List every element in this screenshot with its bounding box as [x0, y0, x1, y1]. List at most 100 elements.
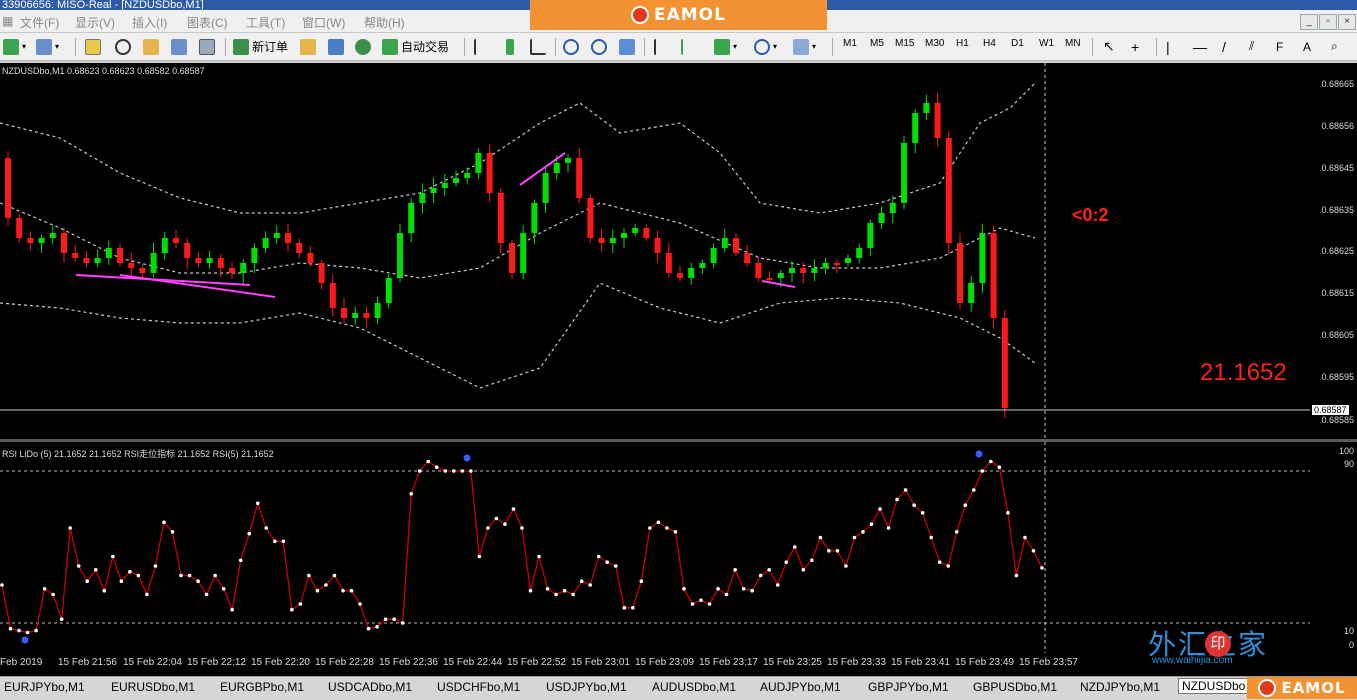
- market-icon[interactable]: [355, 38, 371, 55]
- zoom-in-icon[interactable]: [563, 38, 579, 55]
- timeframe-mn[interactable]: MN: [1065, 38, 1081, 49]
- rsi-point: [673, 530, 678, 534]
- gold-icon[interactable]: [300, 38, 316, 55]
- rsi-point: [699, 598, 703, 602]
- candle-body: [867, 223, 874, 248]
- tab-nzdusdbo[interactable]: NZDUSDbo: [1178, 678, 1250, 694]
- indicators-icon[interactable]: [714, 38, 730, 55]
- tab-nzdjpybo[interactable]: NZDJPYbo,M1: [1080, 680, 1160, 694]
- minimize-button[interactable]: _: [1300, 14, 1318, 30]
- candle-body: [341, 308, 347, 318]
- tab-audusdbo[interactable]: AUDUSDbo,M1: [652, 680, 736, 694]
- timeframe-m15[interactable]: M15: [895, 38, 914, 49]
- menu-file[interactable]: 文件(F): [20, 14, 59, 31]
- rsi-point: [0, 583, 4, 587]
- menu-help[interactable]: 帮助(H): [364, 14, 405, 31]
- rsi-point: [801, 568, 806, 572]
- rsi-point: [341, 588, 345, 593]
- new-chart-icon[interactable]: [3, 38, 19, 55]
- rsi-plot: [0, 442, 1310, 653]
- menu-tools[interactable]: 工具(T): [246, 14, 285, 31]
- terminal-icon[interactable]: [171, 38, 187, 55]
- rsi-point: [937, 560, 942, 564]
- line-chart-icon[interactable]: [530, 38, 546, 55]
- new-order-button[interactable]: 新订单: [233, 37, 288, 56]
- crosshair-tool-icon[interactable]: +: [1131, 39, 1139, 55]
- new-order-label: 新订单: [252, 40, 289, 54]
- channel-icon[interactable]: ⫽: [1249, 39, 1254, 54]
- bar-chart-icon[interactable]: [474, 38, 490, 55]
- close-button[interactable]: ×: [1338, 14, 1356, 30]
- rsi-point: [434, 465, 439, 469]
- market-watch-icon[interactable]: [85, 38, 101, 55]
- rsi-point: [486, 526, 490, 530]
- rsi-point: [76, 564, 81, 568]
- timeframe-d1[interactable]: D1: [1011, 38, 1024, 49]
- tile-windows-icon[interactable]: [619, 38, 635, 55]
- templates-icon[interactable]: [793, 38, 809, 55]
- rsi-point: [136, 573, 141, 578]
- tab-gbpjpybo[interactable]: GBPJPYbo,M1: [868, 680, 949, 694]
- rsi-point: [179, 573, 183, 578]
- candle-body: [318, 263, 325, 283]
- tab-usdcadbo[interactable]: USDCADbo,M1: [328, 680, 412, 694]
- timeframe-m1[interactable]: M1: [843, 38, 857, 49]
- tester-icon[interactable]: [199, 38, 215, 55]
- menu-view[interactable]: 显示(V): [75, 14, 115, 31]
- rsi-indicator-pane[interactable]: RSI LiDo (5) 21.1652 21.1652 RSI走位指标 21.…: [0, 442, 1310, 653]
- timeframe-h4[interactable]: H4: [983, 38, 996, 49]
- timeframe-w1[interactable]: W1: [1039, 38, 1054, 49]
- candle-body: [553, 163, 560, 173]
- timeframe-h1[interactable]: H1: [956, 38, 969, 49]
- timeframe-m5[interactable]: M5: [870, 38, 884, 49]
- text-tool-icon[interactable]: A: [1303, 40, 1311, 54]
- auto-scroll-icon[interactable]: [654, 38, 670, 55]
- timeframe-m30[interactable]: M30: [925, 38, 944, 49]
- cursor-icon[interactable]: ↖: [1103, 38, 1115, 55]
- menu-icon[interactable]: ▦: [2, 14, 13, 28]
- price-chart[interactable]: NZDUSDbo,M1 0.68623 0.68623 0.68582 0.68…: [0, 63, 1310, 439]
- rsi-point: [307, 573, 311, 578]
- rsi-point: [511, 507, 516, 511]
- menu-window[interactable]: 窗口(W): [302, 14, 345, 31]
- candle-body: [16, 218, 23, 238]
- rsi-point: [682, 587, 686, 591]
- tab-audjpybo[interactable]: AUDJPYbo,M1: [760, 680, 841, 694]
- auto-trading-button[interactable]: 自动交易: [382, 37, 449, 56]
- horizontal-line-icon[interactable]: —: [1193, 39, 1207, 55]
- navigator-icon[interactable]: [143, 38, 159, 55]
- tab-eurusdbo[interactable]: EURUSDbo,M1: [111, 680, 195, 694]
- vertical-line-icon[interactable]: |: [1166, 39, 1170, 55]
- crosshair-icon[interactable]: [115, 38, 131, 55]
- search-icon[interactable]: ⌕: [1331, 39, 1338, 54]
- menu-insert[interactable]: 插入(I): [132, 14, 167, 31]
- candle-body: [688, 268, 695, 278]
- profiles-icon[interactable]: [36, 38, 52, 55]
- trendline-icon[interactable]: /: [1222, 39, 1226, 55]
- candle-body: [632, 228, 639, 233]
- candle-body: [856, 248, 863, 258]
- menu-chart[interactable]: 图表(C): [187, 14, 228, 31]
- restore-button[interactable]: ▫: [1319, 14, 1337, 30]
- bollinger-band-line: [0, 282, 1036, 389]
- time-label: 15 Feb 23:01: [571, 657, 630, 668]
- candlestick-icon[interactable]: [506, 38, 514, 55]
- candle-body: [520, 233, 527, 273]
- candle-body: [184, 243, 191, 258]
- candle-body: [509, 243, 515, 273]
- rsi-point: [25, 630, 30, 635]
- tab-usdchfbo[interactable]: USDCHFbo,M1: [437, 680, 520, 694]
- chart-shift-icon[interactable]: [681, 38, 697, 55]
- tab-eurjpybo[interactable]: EURJPYbo,M1: [4, 680, 85, 694]
- rsi-point: [281, 539, 286, 544]
- candle-body: [677, 273, 683, 278]
- tab-eurgbpbo[interactable]: EURGBPbo,M1: [220, 680, 304, 694]
- signals-icon[interactable]: [328, 38, 344, 55]
- tab-usdjpybo[interactable]: USDJPYbo,M1: [546, 680, 627, 694]
- fibonacci-icon[interactable]: F: [1276, 40, 1283, 54]
- rsi-point: [452, 469, 456, 473]
- rsi-axis-label: 100: [1338, 446, 1354, 456]
- tab-gbpusdbo[interactable]: GBPUSDbo,M1: [973, 680, 1057, 694]
- periods-icon[interactable]: [754, 38, 770, 55]
- zoom-out-icon[interactable]: [591, 38, 607, 55]
